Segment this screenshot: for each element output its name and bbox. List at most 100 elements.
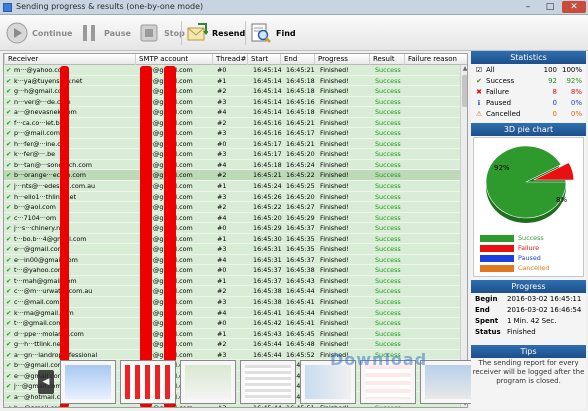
- thread-cell: #3: [217, 298, 227, 307]
- progress-cell: Finished!: [320, 329, 349, 338]
- thread-cell: #3: [217, 129, 227, 138]
- scrollbar-thumb[interactable]: [462, 75, 467, 107]
- table-row[interactable]: ✔h···fer@···ine.dets···@gmail.com#016:45…: [4, 139, 460, 150]
- statistics-percent: 92%: [566, 77, 582, 85]
- table-row[interactable]: ✔c···@mail.comts···@gmail.com#316:45:381…: [4, 297, 460, 308]
- table-row[interactable]: ✔k···ya@tuyensacy.netts···@gmail.com#116…: [4, 76, 460, 87]
- column-header-failure-reason[interactable]: Failure reason: [404, 54, 457, 65]
- end-time-cell: 16:45:21: [286, 66, 315, 74]
- thumbnail-image[interactable]: [120, 360, 176, 404]
- continue-button[interactable]: Continue: [6, 20, 72, 46]
- check-icon: ✔: [476, 77, 482, 85]
- check-icon: ✔: [6, 382, 12, 391]
- start-time-cell: 16:45:16: [253, 118, 282, 127]
- legend-item-paused: Paused: [480, 254, 580, 263]
- end-time-cell: 16:45:37: [286, 224, 315, 233]
- table-row[interactable]: ✔b···tan@···sonetech.comts···@gmail.com#…: [4, 160, 460, 171]
- progress-cell: Finished!: [320, 160, 349, 169]
- check-icon: ✔: [6, 108, 12, 117]
- column-header-receiver[interactable]: Receiver: [4, 54, 38, 65]
- progress-cell: Finished!: [320, 266, 349, 275]
- close-button[interactable]: ✕: [562, 1, 586, 13]
- thread-cell: #3: [217, 150, 227, 159]
- receiver-cell: k···fer@···.be: [14, 150, 56, 159]
- stop-button[interactable]: Stop: [138, 20, 185, 46]
- minimize-button[interactable]: –: [518, 1, 538, 13]
- continue-label: Continue: [32, 28, 73, 38]
- table-row[interactable]: ✔h···ello1···thlink.netts···@gmail.com#3…: [4, 192, 460, 203]
- statistics-label: Success: [486, 77, 515, 85]
- pie-chart-canvas: 92% 8%: [485, 145, 575, 223]
- table-row[interactable]: ✔e···@gmail.comts···@gmail.com#316:45:31…: [4, 244, 460, 255]
- column-header-progress[interactable]: Progress: [314, 54, 348, 65]
- statistics-count: 92: [548, 77, 557, 85]
- thumbnail-image[interactable]: [420, 360, 476, 404]
- result-cell: Success: [375, 213, 401, 222]
- thread-cell: #3: [217, 245, 227, 254]
- column-header-thread[interactable]: Thread#: [211, 54, 246, 65]
- statistics-count: 8: [552, 88, 557, 96]
- pause-button[interactable]: Pause: [78, 20, 131, 46]
- table-row[interactable]: ✔b···@aol.comts···@gmail.com#216:45:2216…: [4, 202, 460, 213]
- table-row[interactable]: ✔k···fer@···.bets···@gmail.com#316:45:17…: [4, 149, 460, 160]
- table-row[interactable]: ✔e···in00@gmail.comts···@gmail.com#416:4…: [4, 255, 460, 266]
- statistics-row-cancelled: ⚠ Cancelled 0 0%: [475, 110, 583, 120]
- thread-cell: #2: [217, 118, 227, 127]
- stop-icon: [140, 24, 158, 42]
- vertical-scrollbar[interactable]: ▲ ▼: [460, 65, 467, 407]
- table-row[interactable]: ✔j···s···chinery.netts···@gmail.com#016:…: [4, 223, 460, 234]
- table-row[interactable]: ✔k···ma@gmail.comts···@gmail.com#416:45:…: [4, 308, 460, 319]
- scroll-up-arrow-icon[interactable]: ▲: [461, 65, 467, 73]
- table-row[interactable]: ✔t···@gmail.comts···@gmail.com#016:45:42…: [4, 318, 460, 329]
- progress-cell: Finished!: [320, 76, 349, 85]
- progress-cell: Finished!: [320, 255, 349, 264]
- result-cell: Success: [375, 255, 401, 264]
- end-time-cell: 16:45:18: [286, 87, 315, 96]
- end-time-cell: 16:45:21: [286, 139, 315, 148]
- statistics-row-failure: ✖ Failure 8 8%: [475, 88, 583, 98]
- thread-cell: #4: [217, 160, 227, 169]
- check-icon: ✔: [6, 234, 12, 243]
- check-icon: ✔: [6, 160, 12, 169]
- thread-cell: #2: [217, 340, 227, 349]
- result-cell: Success: [375, 266, 401, 275]
- column-header-result[interactable]: Result: [369, 54, 395, 65]
- table-row[interactable]: ✔a···@nevasnek.comts···@gmail.com#416:45…: [4, 107, 460, 118]
- table-row[interactable]: ✔c···@m···urwater.com.auts···@gmail.com#…: [4, 286, 460, 298]
- table-row[interactable]: ✔g···h@gmail.comts···@gmail.com#216:45:1…: [4, 86, 460, 97]
- table-row[interactable]: ✔n···ver@···de.comts···@gmail.com#316:45…: [4, 97, 460, 108]
- table-row[interactable]: ✔t···@yahoo.comts···@gmail.com#016:45:37…: [4, 265, 460, 276]
- progress-cell: Finished!: [320, 97, 349, 106]
- maximize-button[interactable]: □: [540, 1, 560, 13]
- thumbnail-image[interactable]: [60, 360, 116, 404]
- check-icon: ✔: [6, 403, 12, 408]
- result-cell: Success: [375, 129, 401, 138]
- table-row[interactable]: ✔g···h···ttlink.netts···@gmail.com#216:4…: [4, 339, 460, 350]
- table-row[interactable]: ✔t···bo.b···4@gmail.comts···@gmail.com#1…: [4, 234, 460, 245]
- end-time-cell: 16:45:16: [286, 97, 315, 106]
- check-icon: ✔: [6, 266, 12, 275]
- end-time-cell: 16:45:52: [286, 350, 315, 359]
- legend-swatch: [480, 235, 514, 242]
- progress-cell: Finished!: [320, 245, 349, 254]
- table-row[interactable]: ✔c···7104···omts···@gmail.com#416:45:201…: [4, 213, 460, 224]
- table-row[interactable]: ✔f···ca.co···let.bets···@gmail.com#216:4…: [4, 118, 460, 129]
- thumbnail-image[interactable]: [240, 360, 296, 404]
- window-title: Sending progress & results (one-by-one m…: [16, 2, 204, 11]
- thumbnail-image[interactable]: [180, 360, 236, 404]
- result-cell: Success: [375, 234, 401, 243]
- table-row[interactable]: ✔m···@yahoo.comts···@gmail.com#016:45:14…: [4, 65, 460, 76]
- column-header-end[interactable]: End: [279, 54, 297, 65]
- table-row[interactable]: ✔j···nts@···edesign.com.auts···@gmail.co…: [4, 181, 460, 192]
- table-row[interactable]: ✔d···ppe···molanct.comts···@gmail.com#11…: [4, 329, 460, 340]
- table-row[interactable]: ✔p···@mail.comts···@gmail.com#316:45:161…: [4, 128, 460, 139]
- find-button[interactable]: Find: [250, 20, 296, 46]
- column-header-smtp-account[interactable]: SMTP account: [134, 54, 188, 65]
- resend-button[interactable]: Resend: [186, 20, 245, 46]
- receiver-cell: f···ca.co···let.be: [14, 118, 64, 127]
- table-row[interactable]: ✔t···mah@gmail.comts···@gmail.com#116:45…: [4, 276, 460, 287]
- receiver-cell: c···7104···om: [14, 213, 57, 222]
- start-time-cell: 16:45:42: [253, 319, 282, 328]
- column-header-start[interactable]: Start: [246, 54, 268, 65]
- table-row[interactable]: ✔b···orange···ecom.comts···@gmail.com#21…: [4, 170, 460, 182]
